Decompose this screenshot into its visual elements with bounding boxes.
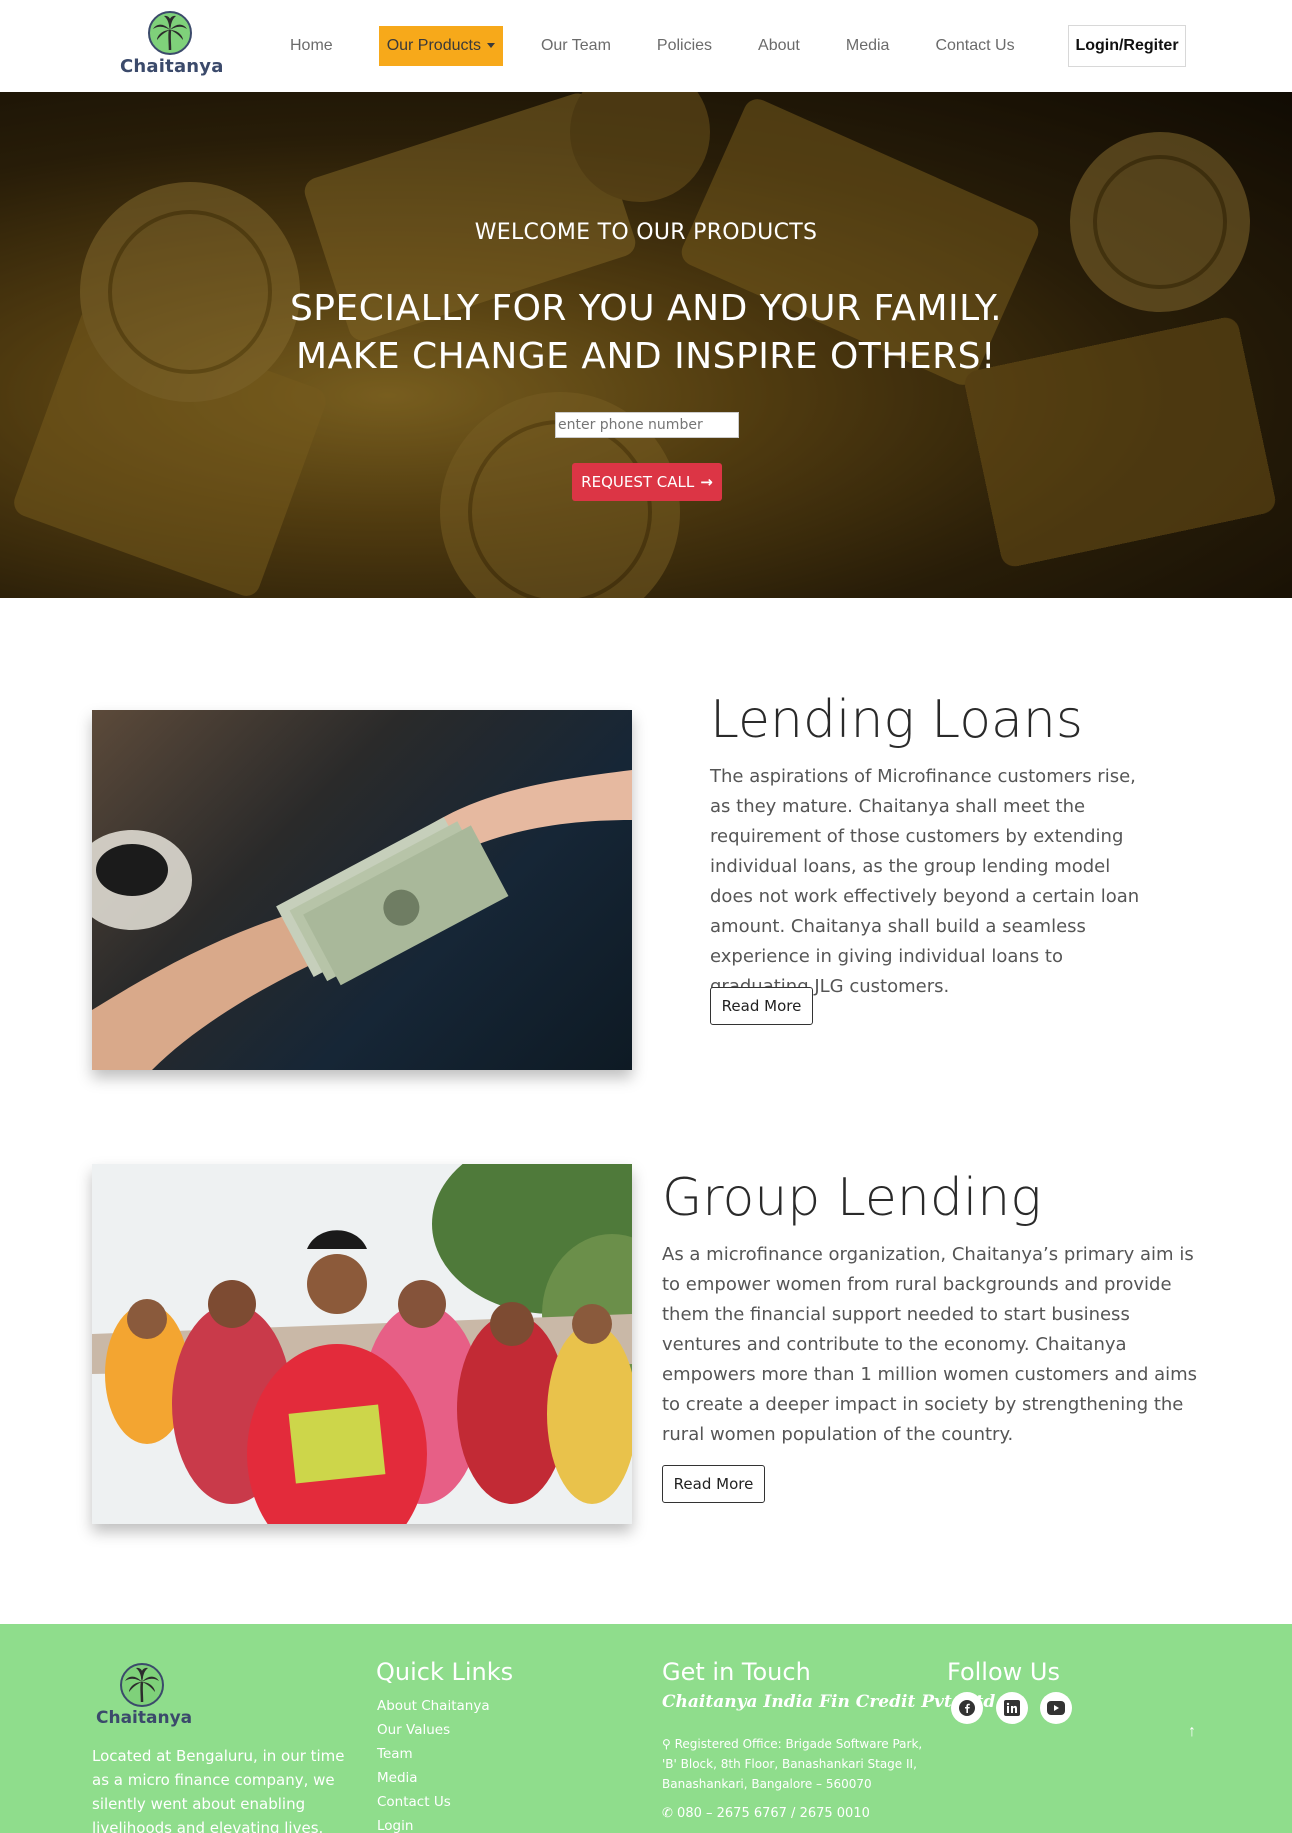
- footer-link-team[interactable]: Team: [377, 1742, 490, 1766]
- hero-title: SPECIALLY FOR YOU AND YOUR FAMILY. MAKE …: [0, 285, 1292, 381]
- login-register-button[interactable]: Login/Regiter: [1068, 25, 1186, 67]
- chevron-down-icon: [486, 43, 495, 49]
- palm-tree-logo-icon: [148, 11, 192, 55]
- quick-links-heading: Quick Links: [376, 1658, 514, 1686]
- footer-link-about[interactable]: About Chaitanya: [377, 1694, 490, 1718]
- request-call-button[interactable]: REQUEST CALL →: [572, 463, 722, 501]
- hero-banner: WELCOME TO OUR PRODUCTS SPECIALLY FOR YO…: [0, 92, 1292, 598]
- linkedin-icon: [1004, 1700, 1020, 1716]
- linkedin-link[interactable]: [996, 1692, 1028, 1724]
- address-text: Registered Office: Brigade Software Park…: [662, 1737, 923, 1791]
- nav-item-home[interactable]: Home: [290, 26, 333, 66]
- facebook-icon: [959, 1700, 975, 1716]
- group-lending-read-more-button[interactable]: Read More: [662, 1465, 765, 1503]
- brand-logo[interactable]: Chaitanya: [120, 10, 224, 82]
- phone-text: 080 – 2675 6767 / 2675 0010: [677, 1806, 870, 1821]
- nav-item-our-products[interactable]: Our Products: [378, 26, 503, 66]
- footer-link-contact[interactable]: Contact Us: [377, 1790, 490, 1814]
- footer-link-values[interactable]: Our Values: [377, 1718, 490, 1742]
- main-nav: Home Our Products Our Team Policies Abou…: [290, 26, 1061, 66]
- phone-number-input[interactable]: [555, 412, 739, 438]
- hero-subtitle: WELCOME TO OUR PRODUCTS: [474, 220, 818, 245]
- youtube-link[interactable]: [1040, 1692, 1072, 1724]
- money-handover-illustration: [92, 770, 632, 1070]
- lending-loans-image: [92, 710, 632, 1070]
- footer-brand-name: Chaitanya: [96, 1708, 193, 1728]
- get-in-touch-heading: Get in Touch: [662, 1658, 811, 1686]
- palm-tree-logo-icon: [120, 1663, 164, 1707]
- nav-item-contact-us[interactable]: Contact Us: [935, 26, 1014, 66]
- quick-links-list: About Chaitanya Our Values Team Media Co…: [377, 1694, 490, 1833]
- footer-link-login[interactable]: Login: [377, 1814, 490, 1833]
- lending-loans-text: The aspirations of Microfinance customer…: [710, 766, 1140, 997]
- arrow-right-icon: →: [700, 473, 713, 491]
- nav-item-our-products-label: Our Products: [386, 37, 481, 54]
- women-group-photo-illustration: [92, 1164, 632, 1524]
- lending-loans-read-more-button[interactable]: Read More: [710, 987, 813, 1025]
- hero-title-line-1: SPECIALLY FOR YOU AND YOUR FAMILY.: [289, 288, 1003, 329]
- footer-link-media[interactable]: Media: [377, 1766, 490, 1790]
- facebook-link[interactable]: [951, 1692, 983, 1724]
- location-pin-icon: ⚲: [662, 1737, 671, 1751]
- request-call-label: REQUEST CALL: [581, 473, 695, 491]
- footer-about-text: Located at Bengaluru, in our time as a m…: [92, 1747, 345, 1833]
- brand-name: Chaitanya: [120, 56, 224, 77]
- nav-item-policies[interactable]: Policies: [657, 26, 712, 66]
- youtube-icon: [1047, 1701, 1065, 1715]
- nav-item-our-team[interactable]: Our Team: [541, 26, 611, 66]
- group-lending-text: As a microfinance organization, Chaitany…: [662, 1244, 1198, 1445]
- follow-us-heading: Follow Us: [947, 1658, 1060, 1686]
- group-lending-image: [92, 1164, 632, 1524]
- nav-item-media[interactable]: Media: [846, 26, 890, 66]
- address-block: ⚲ Registered Office: Brigade Software Pa…: [662, 1734, 932, 1794]
- footer-logo[interactable]: Chaitanya: [96, 1662, 193, 1728]
- nav-item-about[interactable]: About: [758, 26, 800, 66]
- hero-title-line-2: MAKE CHANGE AND INSPIRE OTHERS!: [296, 336, 996, 377]
- phone-icon: ✆: [662, 1806, 673, 1821]
- site-footer: Chaitanya Located at Bengaluru, in our t…: [0, 1624, 1292, 1833]
- top-navbar: Chaitanya Home Our Products Our Team Pol…: [0, 0, 1292, 92]
- scroll-to-top-icon[interactable]: ↑: [1184, 1724, 1200, 1740]
- phone-block: ✆ 080 – 2675 6767 / 2675 0010: [662, 1806, 870, 1821]
- group-lending-title: Group Lending: [662, 1168, 1042, 1228]
- lending-loans-title: Lending Loans: [710, 690, 1083, 750]
